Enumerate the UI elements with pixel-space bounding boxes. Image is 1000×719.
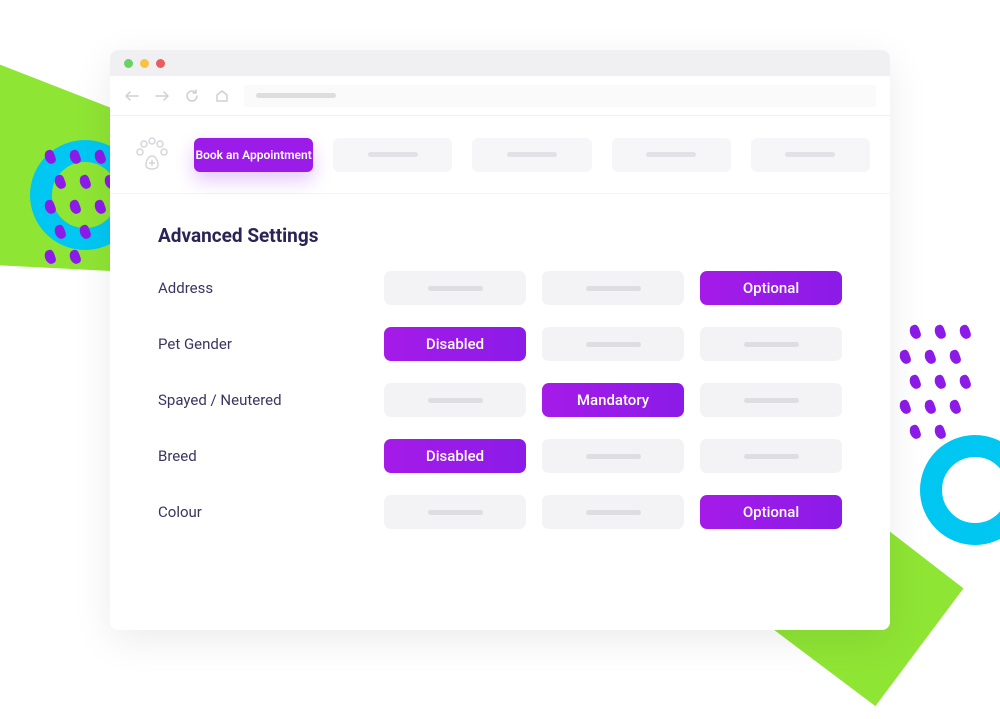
option-mandatory[interactable]: Mandatory	[542, 383, 684, 417]
option-mandatory[interactable]	[542, 271, 684, 305]
option-placeholder	[586, 510, 641, 515]
option-disabled[interactable]: Disabled	[384, 327, 526, 361]
row-label: Address	[158, 279, 368, 297]
row-label: Colour	[158, 503, 368, 521]
window-minimize-icon[interactable]	[124, 59, 133, 68]
url-placeholder	[256, 93, 336, 98]
tab-placeholder-5[interactable]	[751, 138, 870, 172]
browser-toolbar	[110, 76, 890, 116]
reload-icon[interactable]	[184, 89, 200, 103]
option-label: Disabled	[426, 335, 484, 353]
home-icon[interactable]	[214, 89, 230, 103]
option-placeholder	[744, 454, 799, 459]
paw-logo-icon	[130, 133, 174, 177]
option-placeholder	[586, 286, 641, 291]
forward-icon[interactable]	[154, 91, 170, 101]
option-optional[interactable]	[700, 439, 842, 473]
settings-row: Pet Gender Disabled	[158, 327, 842, 361]
option-placeholder	[586, 342, 641, 347]
decor-dots-bottom	[900, 325, 990, 465]
row-label: Spayed / Neutered	[158, 391, 368, 409]
option-placeholder	[428, 398, 483, 403]
option-disabled[interactable]	[384, 383, 526, 417]
option-placeholder	[428, 286, 483, 291]
option-optional[interactable]: Optional	[700, 495, 842, 529]
option-disabled[interactable]	[384, 495, 526, 529]
tab-placeholder-4[interactable]	[612, 138, 731, 172]
option-mandatory[interactable]	[542, 439, 684, 473]
option-placeholder	[428, 510, 483, 515]
row-label: Pet Gender	[158, 335, 368, 353]
settings-row: Colour Optional	[158, 495, 842, 529]
option-disabled[interactable]	[384, 271, 526, 305]
option-mandatory[interactable]	[542, 495, 684, 529]
back-icon[interactable]	[124, 91, 140, 101]
option-optional[interactable]: Optional	[700, 271, 842, 305]
option-label: Disabled	[426, 447, 484, 465]
tab-label: Book an Appointment	[195, 148, 311, 162]
option-label: Optional	[743, 503, 799, 521]
settings-row: Breed Disabled	[158, 439, 842, 473]
option-placeholder	[586, 454, 641, 459]
option-mandatory[interactable]	[542, 327, 684, 361]
tab-book-appointment[interactable]: Book an Appointment	[194, 138, 313, 172]
option-placeholder	[744, 398, 799, 403]
settings-row: Address Optional	[158, 271, 842, 305]
app-navbar: Book an Appointment	[110, 116, 890, 194]
tab-placeholder-3[interactable]	[472, 138, 591, 172]
window-titlebar	[110, 50, 890, 76]
window-maximize-icon[interactable]	[140, 59, 149, 68]
section-title: Advanced Settings	[158, 224, 842, 247]
row-label: Breed	[158, 447, 368, 465]
option-optional[interactable]	[700, 327, 842, 361]
browser-window: Book an Appointment Advanced Settings Ad…	[110, 50, 890, 630]
settings-content: Advanced Settings Address Optional Pet Gen…	[110, 194, 890, 571]
option-label: Mandatory	[577, 391, 649, 409]
url-input[interactable]	[244, 85, 876, 107]
settings-row: Spayed / Neutered Mandatory	[158, 383, 842, 417]
window-close-icon[interactable]	[156, 59, 165, 68]
option-optional[interactable]	[700, 383, 842, 417]
option-label: Optional	[743, 279, 799, 297]
option-disabled[interactable]: Disabled	[384, 439, 526, 473]
tab-placeholder-2[interactable]	[333, 138, 452, 172]
option-placeholder	[744, 342, 799, 347]
